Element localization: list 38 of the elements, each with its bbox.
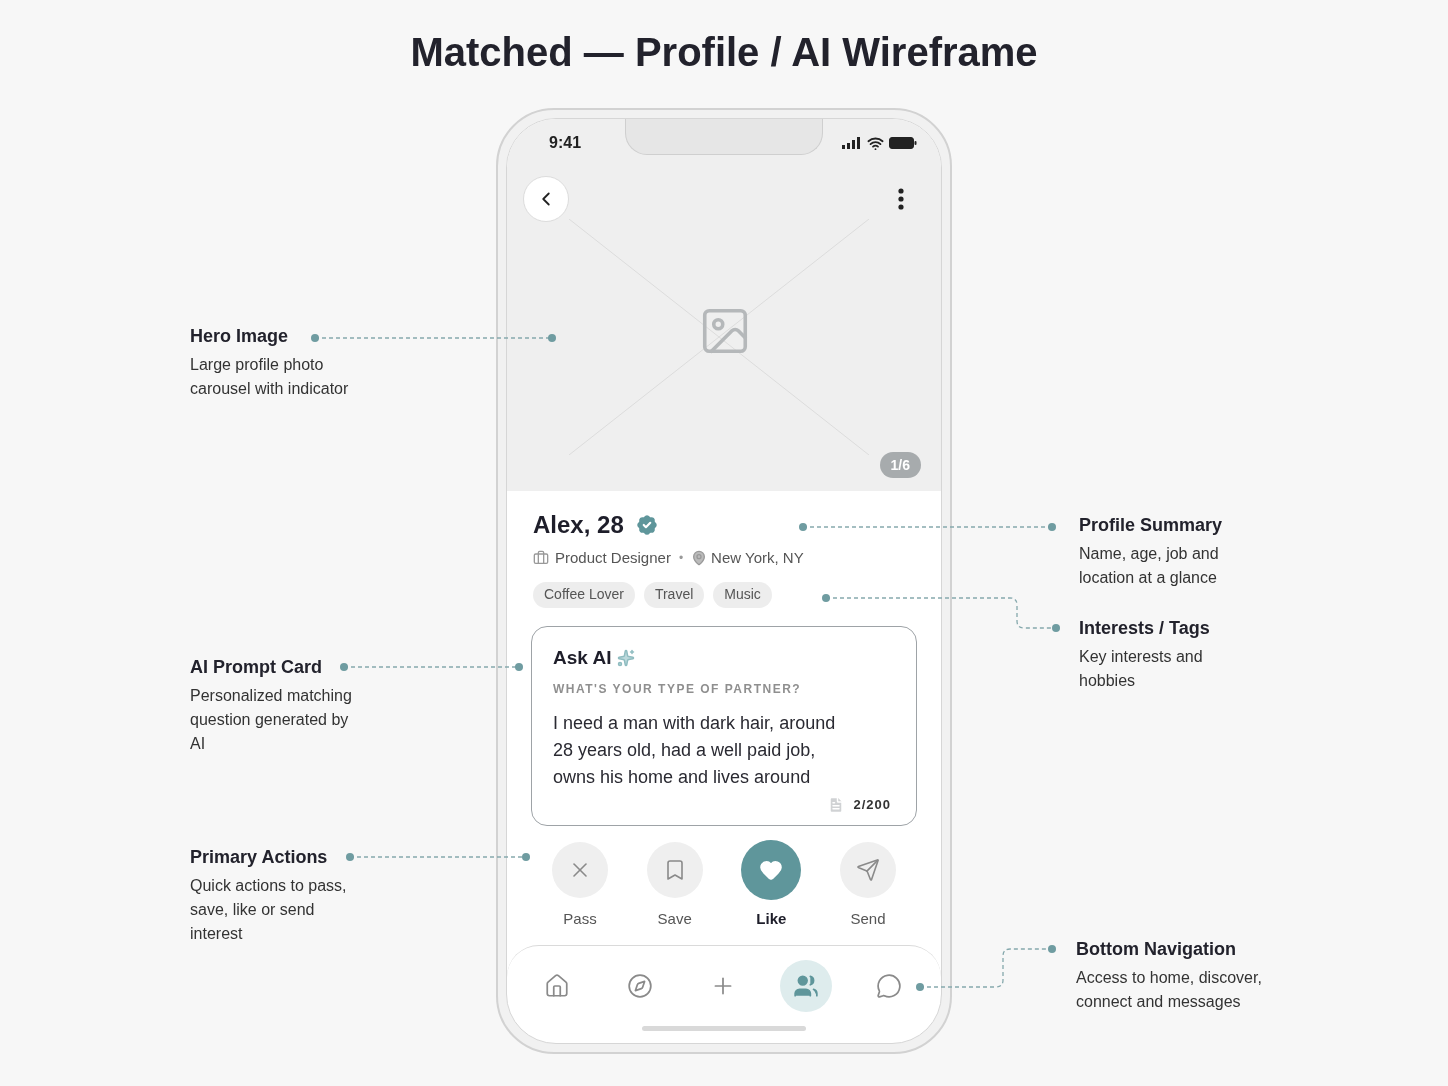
interest-tag: Coffee Lover bbox=[533, 581, 635, 608]
location-pin-icon bbox=[691, 550, 708, 567]
battery-icon bbox=[889, 137, 917, 149]
nav-tab[interactable] bbox=[780, 960, 832, 1012]
paper-plane-icon bbox=[855, 857, 880, 882]
page-title: Matched — Profile / AI Wireframe bbox=[410, 29, 1038, 76]
annotation-description: Personalized matching question generated by AI bbox=[190, 686, 353, 754]
status-time: 9:41 bbox=[549, 133, 582, 153]
annotation-description: Large profile photo carousel with indicator bbox=[190, 355, 350, 399]
annotation-title: AI Prompt Card bbox=[190, 656, 323, 679]
interest-tag: Travel bbox=[643, 581, 705, 608]
annotation-description: Access to home, discover, connect and messages bbox=[1076, 968, 1263, 1012]
signal-icon bbox=[842, 137, 862, 149]
interest-tag: Music bbox=[713, 581, 772, 608]
prompt-question: WHAT'S YOUR TYPE OF PARTNER? bbox=[553, 681, 803, 698]
annotation-title: Hero Image bbox=[190, 325, 290, 348]
photo-counter: 1/6 bbox=[879, 452, 921, 478]
location: New York, NY bbox=[711, 548, 804, 568]
briefcase-icon bbox=[533, 550, 549, 567]
profile-name: Alex, 28 bbox=[533, 510, 624, 540]
compass-icon bbox=[627, 973, 653, 999]
annotation-title: Profile Summary bbox=[1079, 514, 1224, 537]
annotation-description: Quick actions to pass, save, like or send interest bbox=[190, 876, 348, 944]
people-icon bbox=[793, 973, 819, 999]
card-title: Ask AI bbox=[553, 645, 612, 670]
annotation-title: Bottom Navigation bbox=[1076, 938, 1237, 961]
prompt-answer: I need a man with dark hair, around 28 years old, had a well paid job, owns his home and lives around bbox=[553, 712, 837, 789]
separator-dot: • bbox=[678, 550, 684, 568]
sparkle-icon bbox=[617, 648, 636, 667]
character-counter: 2/200 bbox=[853, 796, 891, 814]
more-icon bbox=[898, 188, 904, 210]
home-icon bbox=[544, 973, 570, 999]
annotation-title: Interests / Tags bbox=[1079, 617, 1211, 640]
annotation-description: Key interests and hobbies bbox=[1079, 647, 1204, 691]
annotation-description: Name, age, job and location at a glance bbox=[1079, 544, 1220, 588]
annotation-title: Primary Actions bbox=[190, 846, 329, 869]
job-title: Product Designer bbox=[555, 548, 671, 568]
chat-icon bbox=[876, 973, 902, 999]
